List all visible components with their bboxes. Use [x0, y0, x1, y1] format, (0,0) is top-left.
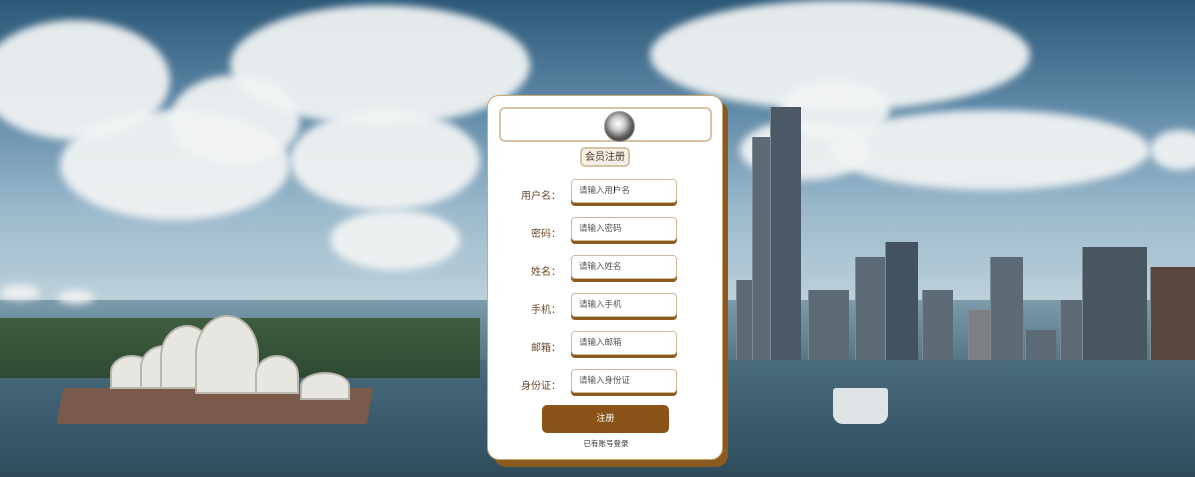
register-card: 会员注册 用户名： 请输入用户名 I 密码： 请输入密码 姓名： 请输入姓名 手… [487, 95, 723, 460]
cloud [290, 110, 480, 210]
opera-shell [195, 315, 259, 394]
login-link[interactable]: 已有账号登录 [488, 438, 724, 449]
building [990, 257, 1023, 377]
text-cursor-icon: I [613, 185, 616, 196]
password-label: 密码： [531, 229, 561, 240]
email-label: 邮箱： [531, 343, 561, 354]
password-field[interactable]: 请输入密码 [571, 217, 677, 241]
phone-label: 手机： [531, 305, 561, 316]
cloud [230, 5, 530, 125]
cloud [58, 290, 94, 304]
avatar-frame [499, 107, 712, 142]
id-card-field[interactable]: 请输入身份证 [571, 369, 677, 393]
cloud [0, 285, 40, 300]
username-label: 用户名： [521, 191, 561, 202]
cloud [330, 210, 460, 270]
opera-shell [300, 372, 350, 400]
username-field[interactable]: 请输入用户名 [571, 179, 677, 203]
cruise-ship [833, 388, 888, 424]
building [770, 107, 801, 367]
opera-shell [255, 355, 299, 394]
phone-field[interactable]: 请输入手机 [571, 293, 677, 317]
name-label: 姓名： [531, 267, 561, 278]
avatar-icon [604, 111, 635, 142]
register-submit-button[interactable]: 注册 [542, 405, 669, 433]
email-field[interactable]: 请输入邮箱 [571, 331, 677, 355]
register-title-button[interactable]: 会员注册 [580, 147, 630, 167]
id-card-label: 身份证： [521, 381, 561, 392]
name-field[interactable]: 请输入姓名 [571, 255, 677, 279]
